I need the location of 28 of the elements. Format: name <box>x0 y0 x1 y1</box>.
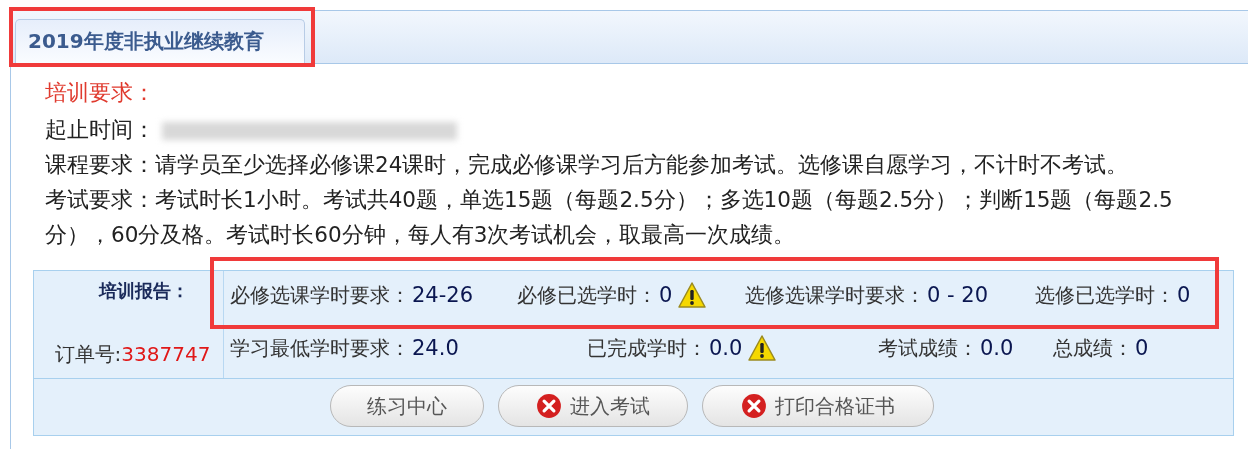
stat-value: 0 - 20 <box>927 283 988 307</box>
stat-value: 0.0 <box>709 336 743 360</box>
period-label: 起止时间： <box>45 117 155 142</box>
error-icon <box>536 393 562 419</box>
stat-label: 选修选课学时要求： <box>745 281 925 309</box>
stat-label: 必修已选学时： <box>517 281 657 309</box>
stat-label: 学习最低学时要求： <box>230 334 410 362</box>
stat-value: 0.0 <box>980 336 1014 360</box>
course-tab[interactable]: 2019年度非执业继续教育 <box>15 19 305 63</box>
action-button[interactable]: 练习中心 <box>330 385 484 427</box>
stat-value: 0 <box>1135 336 1149 360</box>
stat-label: 必修选课学时要求： <box>230 281 410 309</box>
stat-label: 选修已选学时： <box>1035 281 1175 309</box>
stat-value: 24.0 <box>412 336 459 360</box>
action-button[interactable]: 打印合格证书 <box>702 385 934 427</box>
requirement-text: 考试要求：考试时长1小时。考试共40题，单选15题（每题2.5分）；多选10题（每题2.5分）；判断15题（每题2.5分），60分及格。考试时长60分钟，每人有3次考试机会，取最高一次成绩。 <box>45 186 1174 249</box>
stat-label: 考试成绩： <box>878 334 978 362</box>
report-heading: 培训报告： <box>98 279 189 303</box>
stat-label: 总成绩： <box>1053 334 1133 362</box>
stat-value: 24-26 <box>412 283 474 307</box>
order-number: 订单号:3387747 <box>54 341 211 368</box>
action-button[interactable]: 进入考试 <box>498 385 688 427</box>
stat-value: 0 <box>659 283 673 307</box>
stat-value: 0 <box>1177 283 1191 307</box>
stat-label: 已完成学时： <box>587 334 707 362</box>
section-heading: 培训要求： <box>45 79 156 107</box>
error-icon <box>741 393 767 419</box>
requirement-text: 课程要求：请学员至少选择必修课24课时，完成必修课学习后方能参加考试。选修课自愿学习，不计时不考试。 <box>45 151 1130 179</box>
